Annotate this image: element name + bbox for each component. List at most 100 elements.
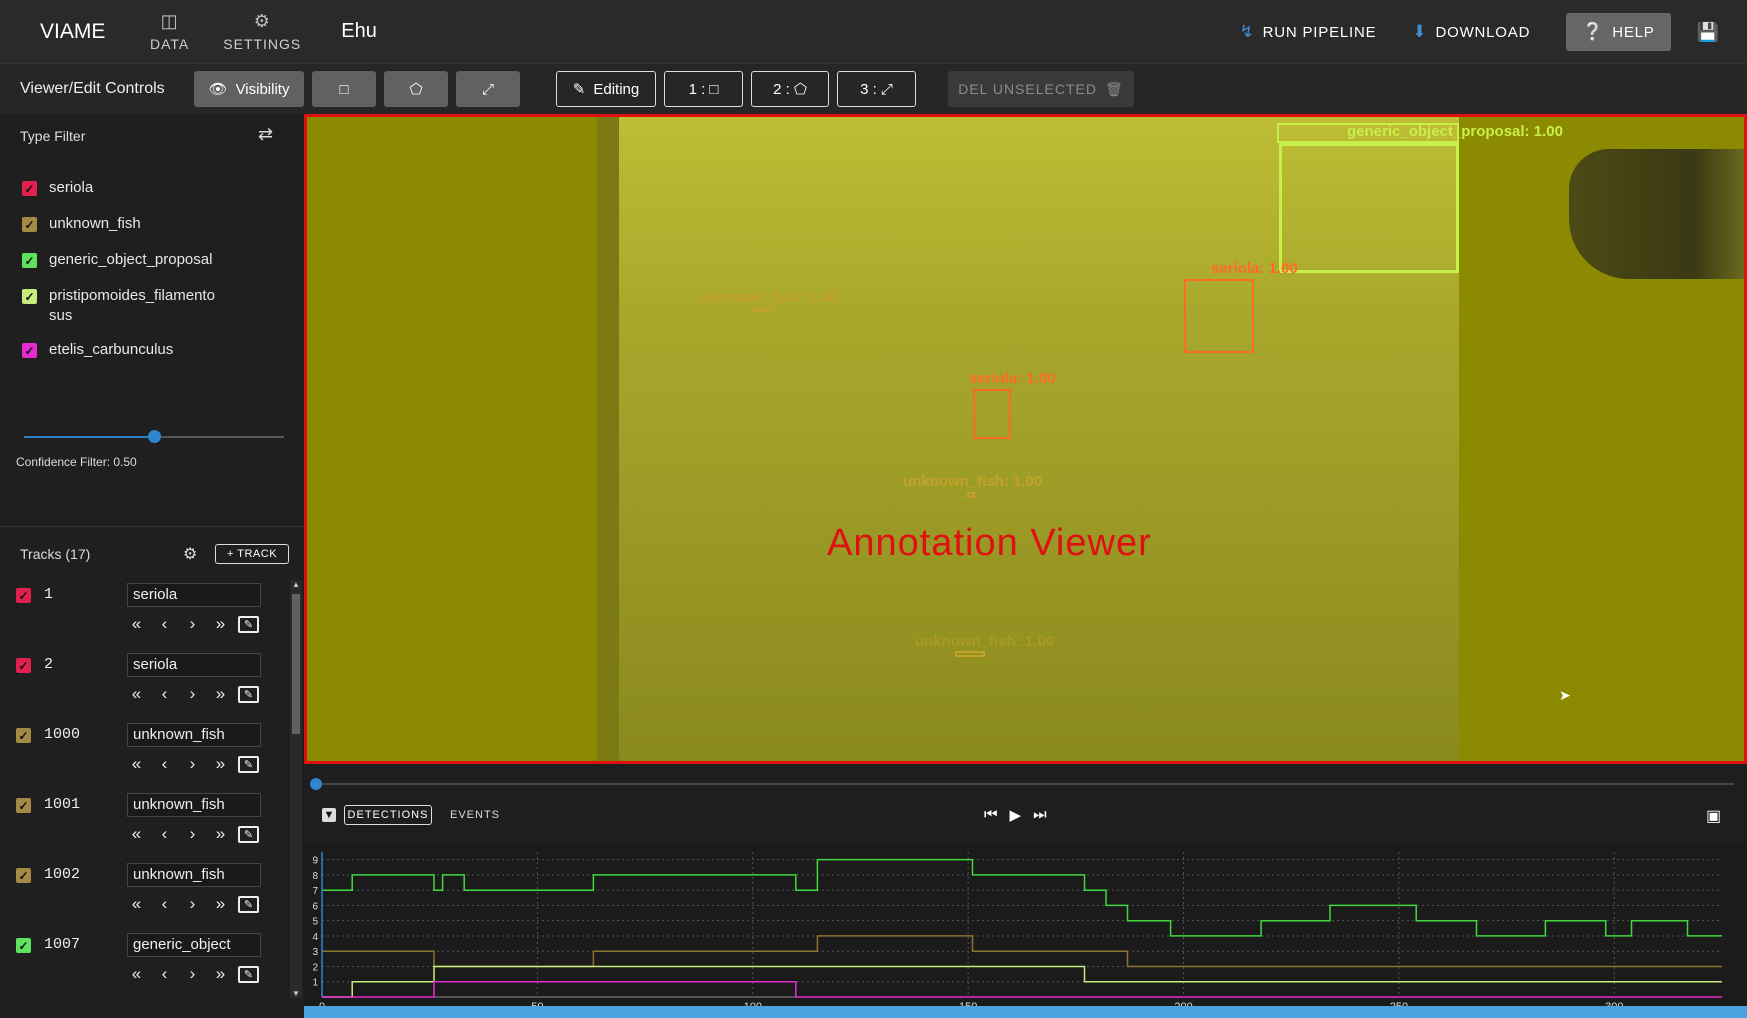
first-frame-icon[interactable]: « xyxy=(126,754,147,774)
type-row-unknown-fish[interactable]: ✓ unknown_fish xyxy=(22,214,292,250)
track-row[interactable]: ✓ 1002 unknown_fish « ‹ › » ✎ xyxy=(0,856,290,926)
last-frame-icon[interactable]: » xyxy=(210,614,231,634)
next-frame-icon[interactable]: › xyxy=(182,894,203,914)
detection-box-unknown-fish[interactable] xyxy=(955,651,985,657)
mode-line-button[interactable]: 3 : ⤢ xyxy=(837,71,916,107)
detection-box-seriola[interactable] xyxy=(1184,279,1254,353)
last-frame-icon[interactable]: » xyxy=(210,964,231,984)
track-row[interactable]: ✓ 1 seriola « ‹ › » ✎ xyxy=(0,576,290,646)
track-row[interactable]: ✓ 1007 generic_object « ‹ › » ✎ xyxy=(0,926,290,996)
type-row-generic-object-proposal[interactable]: ✓ generic_object_proposal xyxy=(22,250,292,286)
next-frame-icon[interactable]: › xyxy=(182,614,203,634)
swap-icon[interactable]: ⇄ xyxy=(258,124,273,145)
track-checkbox[interactable]: ✓ xyxy=(16,938,31,953)
tab-detections[interactable]: DETECTIONS xyxy=(344,805,432,825)
scroll-up-arrow[interactable]: ▲ xyxy=(290,580,302,589)
type-checkbox[interactable]: ✓ xyxy=(22,253,37,268)
play-icon[interactable]: ▶ xyxy=(1010,806,1022,824)
annotation-viewer[interactable]: generic_object_proposal: 1.00 seriola: 1… xyxy=(304,114,1747,764)
save-icon[interactable]: 💾 xyxy=(1697,22,1719,43)
prev-frame-icon[interactable]: ‹ xyxy=(154,824,175,844)
edit-track-icon[interactable]: ✎ xyxy=(238,615,259,633)
track-checkbox[interactable]: ✓ xyxy=(16,588,31,603)
scroll-down-arrow[interactable]: ▼ xyxy=(290,989,302,998)
next-frame-icon[interactable]: › xyxy=(182,964,203,984)
track-checkbox[interactable]: ✓ xyxy=(16,728,31,743)
confidence-slider[interactable] xyxy=(24,430,284,443)
focus-fullscreen-icon[interactable]: ▣ xyxy=(1706,806,1721,826)
edit-track-icon[interactable]: ✎ xyxy=(238,685,259,703)
tracks-settings-gear-icon[interactable]: ⚙ xyxy=(183,544,197,564)
type-row-pristipomoides[interactable]: ✓ pristipomoides_filamento sus xyxy=(22,286,292,340)
first-frame-icon[interactable]: « xyxy=(126,824,147,844)
edit-track-icon[interactable]: ✎ xyxy=(238,895,259,913)
prev-frame-icon[interactable]: ‹ xyxy=(154,614,175,634)
last-frame-icon[interactable]: » xyxy=(210,894,231,914)
type-row-etelis-carbunculus[interactable]: ✓ etelis_carbunculus xyxy=(22,340,292,376)
type-checkbox[interactable]: ✓ xyxy=(22,217,37,232)
detection-box-unknown-fish[interactable] xyxy=(754,307,770,312)
last-frame-icon[interactable]: » xyxy=(210,754,231,774)
next-frame-icon[interactable]: › xyxy=(182,824,203,844)
nav-data-button[interactable]: ◫ DATA xyxy=(150,0,189,64)
next-frame-icon[interactable]: › xyxy=(182,684,203,704)
run-pipeline-button[interactable]: ↯ RUN PIPELINE xyxy=(1240,22,1377,42)
type-checkbox[interactable]: ✓ xyxy=(22,181,37,196)
track-row[interactable]: ✓ 1001 unknown_fish « ‹ › » ✎ xyxy=(0,786,290,856)
type-row-seriola[interactable]: ✓ seriola xyxy=(22,178,292,214)
app-brand[interactable]: VIAME xyxy=(40,20,150,44)
track-type-field[interactable]: seriola xyxy=(127,653,261,677)
track-type-field[interactable]: unknown_fish xyxy=(127,723,261,747)
last-frame-icon[interactable]: » xyxy=(210,684,231,704)
prev-frame-icon[interactable]: ‹ xyxy=(154,684,175,704)
frame-seek-knob[interactable] xyxy=(310,778,322,790)
type-checkbox[interactable]: ✓ xyxy=(22,343,37,358)
track-type-field[interactable]: unknown_fish xyxy=(127,793,261,817)
confidence-slider-knob[interactable] xyxy=(148,430,161,443)
first-frame-icon[interactable]: « xyxy=(126,894,147,914)
editing-button[interactable]: ✎ Editing xyxy=(556,71,656,107)
track-checkbox[interactable]: ✓ xyxy=(16,798,31,813)
track-row[interactable]: ✓ 1000 unknown_fish « ‹ › » ✎ xyxy=(0,716,290,786)
nav-settings-button[interactable]: ⚙ SETTINGS xyxy=(223,0,301,64)
next-frame-icon[interactable]: › xyxy=(182,754,203,774)
skip-previous-icon[interactable]: ⏮ xyxy=(984,806,998,824)
mode-rectangle-button[interactable]: 1 : □ xyxy=(664,71,743,107)
track-checkbox[interactable]: ✓ xyxy=(16,868,31,883)
download-button[interactable]: ⬇ DOWNLOAD xyxy=(1412,22,1530,42)
track-list-scrollbar[interactable]: ▲ ▼ xyxy=(290,580,302,998)
visibility-button[interactable]: 👁 Visibility xyxy=(194,71,304,107)
detection-box-unknown-fish[interactable] xyxy=(967,492,975,498)
track-checkbox[interactable]: ✓ xyxy=(16,658,31,673)
polygon-visibility-button[interactable]: ⬠ xyxy=(384,71,448,107)
edit-track-icon[interactable]: ✎ xyxy=(238,825,259,843)
track-row[interactable]: ✓ 2 seriola « ‹ › » ✎ xyxy=(0,646,290,716)
first-frame-icon[interactable]: « xyxy=(126,614,147,634)
first-frame-icon[interactable]: « xyxy=(126,964,147,984)
track-type-field[interactable]: generic_object xyxy=(127,933,261,957)
prev-frame-icon[interactable]: ‹ xyxy=(154,754,175,774)
edit-track-icon[interactable]: ✎ xyxy=(238,755,259,773)
detections-chart[interactable]: 123456789050100150200250300 xyxy=(304,842,1747,1018)
detection-box-generic-object[interactable] xyxy=(1279,143,1459,273)
last-frame-icon[interactable]: » xyxy=(210,824,231,844)
track-type-field[interactable]: seriola xyxy=(127,583,261,607)
first-frame-icon[interactable]: « xyxy=(126,684,147,704)
scrollbar-thumb[interactable] xyxy=(292,594,300,734)
tab-events[interactable]: EVENTS xyxy=(450,809,500,821)
timeline-collapse-icon[interactable]: ▼ xyxy=(322,808,336,822)
edit-track-icon[interactable]: ✎ xyxy=(238,965,259,983)
type-checkbox[interactable]: ✓ xyxy=(22,289,37,304)
help-button[interactable]: ❔ HELP xyxy=(1566,13,1671,51)
skip-next-icon[interactable]: ⏭ xyxy=(1033,806,1047,824)
mode-polygon-button[interactable]: 2 : ⬠ xyxy=(751,71,829,107)
prev-frame-icon[interactable]: ‹ xyxy=(154,894,175,914)
track-type-field[interactable]: unknown_fish xyxy=(127,863,261,887)
rectangle-visibility-button[interactable]: □ xyxy=(312,71,376,107)
frame-seek-slider[interactable] xyxy=(310,778,1734,790)
detection-box-seriola[interactable] xyxy=(973,389,1011,439)
prev-frame-icon[interactable]: ‹ xyxy=(154,964,175,984)
line-visibility-button[interactable]: ⤢ xyxy=(456,71,520,107)
delete-unselected-button[interactable]: DEL UNSELECTED 🗑 xyxy=(948,71,1134,107)
add-track-button[interactable]: + TRACK xyxy=(215,544,289,564)
